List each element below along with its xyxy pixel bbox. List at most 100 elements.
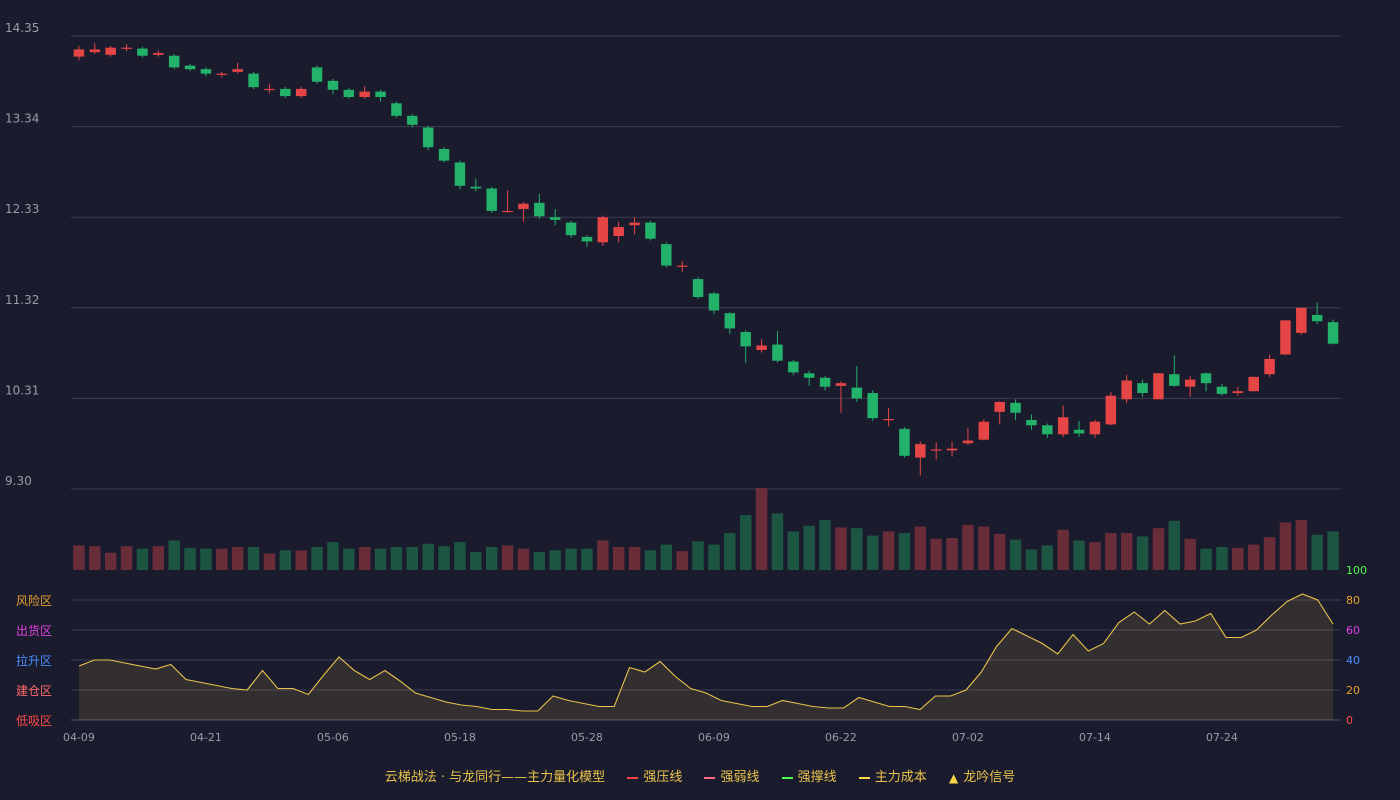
price-tick-label: 14.35 [5,21,39,35]
candle-body [994,401,1005,412]
volume-bar [644,550,657,570]
candle-body [486,188,497,211]
volume-bar [565,548,577,570]
candle-body [518,203,529,210]
volume-bar [136,548,149,570]
candle-body [280,88,291,97]
volume-bar [978,526,990,570]
volume-bar [1009,539,1022,570]
candle-body [629,222,640,226]
volume-bar [247,547,260,570]
candle-body [168,55,180,68]
volume-bar [835,527,847,570]
candle-body [232,69,243,72]
candle-body [137,48,148,56]
x-tick-label: 07-24 [1206,731,1238,744]
candle-body [1184,379,1196,387]
volume-bar [1216,547,1228,570]
volume-bar [327,542,339,570]
volume-bar [1073,540,1085,570]
legend-strong-support-line[interactable]: 强撑线 [781,766,837,785]
volume-bar [597,540,609,570]
price-tick-label: 10.31 [5,383,39,397]
candle-body [391,103,402,116]
x-tick-label: 06-09 [698,731,730,744]
volume-bar [152,546,165,570]
oscillator-tick-label: 100 [1346,564,1367,577]
legend-label: 主力成本 [874,770,927,785]
candle-body [1311,314,1323,322]
candle-body [803,373,815,378]
volume-bar [739,515,752,570]
candle-body [692,279,704,298]
legend-label: 强弱线 [720,770,760,785]
volume-bar [1105,533,1117,570]
zone-label: 出货区 [16,623,52,638]
x-tick-label: 04-21 [190,731,222,744]
legend-label: 强压线 [643,770,683,785]
volume-bar [374,548,387,570]
volume-bar [1184,538,1196,570]
volume-bar [1232,547,1244,570]
volume-bar [295,550,307,570]
candle-body [407,115,418,125]
volume-bar [787,531,800,570]
legend-strong-pressure-line[interactable]: 强压线 [627,766,682,785]
candle-body [1280,320,1291,355]
oscillator-tick-label: 80 [1346,594,1360,607]
candle-body [454,162,466,186]
legend-strength-line[interactable]: 强弱线 [704,766,760,785]
candle-body [1200,373,1212,384]
volume-bar [1327,531,1339,570]
volume-bar [1136,536,1149,570]
volume-bar [104,552,117,570]
candle-body [534,202,545,217]
candle-body [756,345,767,350]
candle-body [1105,395,1117,425]
x-tick-label: 07-14 [1079,731,1111,744]
volume-bar [803,525,815,570]
candle-body [962,440,974,444]
candle-body [597,217,609,243]
triangle-up-icon: ▲ [948,770,959,785]
candle-body [1296,307,1307,333]
zone-label: 低吸区 [16,714,52,728]
candle-body [708,293,720,311]
candle-body [930,449,942,451]
volume-bar [914,526,927,570]
volume-bar [660,544,673,570]
volume-bar [1089,542,1101,570]
legend-label: 龙吟信号 [963,770,1016,785]
volume-bar [184,547,196,570]
candle-body [915,444,926,458]
volume-bar [1057,529,1069,570]
volume-bar [231,547,244,570]
price-tick-label: 11.32 [5,293,39,307]
legend-dragon-signal[interactable]: ▲ 龙吟信号 [949,766,1015,785]
volume-bar [612,547,625,570]
candle-body [248,73,259,88]
candle-body [788,361,799,373]
volume-bar [1168,520,1181,570]
volume-bar [406,547,419,570]
oscillator-tick-label: 0 [1346,714,1353,727]
candle-body [1264,358,1275,375]
candle-body [121,47,132,49]
price-tick-label: 12.33 [5,202,39,216]
candle-body [1010,402,1021,413]
candle-body [153,53,164,55]
chart-legend: 云梯战法 · 与龙同行——主力量化模型 强压线 强弱线 强撑线 主力成本 ▲ 龙吟… [0,766,1400,786]
legend-main-cost-line[interactable]: 主力成本 [858,766,927,785]
volume-bar [1120,533,1133,570]
volume-bar [549,550,561,570]
oscillator-tick-label: 40 [1346,654,1360,667]
volume-bar [533,551,546,570]
volume-bar [470,551,482,570]
volume-bar [1025,549,1038,570]
volume-bar [962,524,974,570]
x-tick-label: 07-02 [952,731,984,744]
volume-bar [771,513,784,570]
candle-body [1121,380,1132,400]
volume-bar [120,546,133,570]
zone-label: 建仓区 [16,684,52,698]
